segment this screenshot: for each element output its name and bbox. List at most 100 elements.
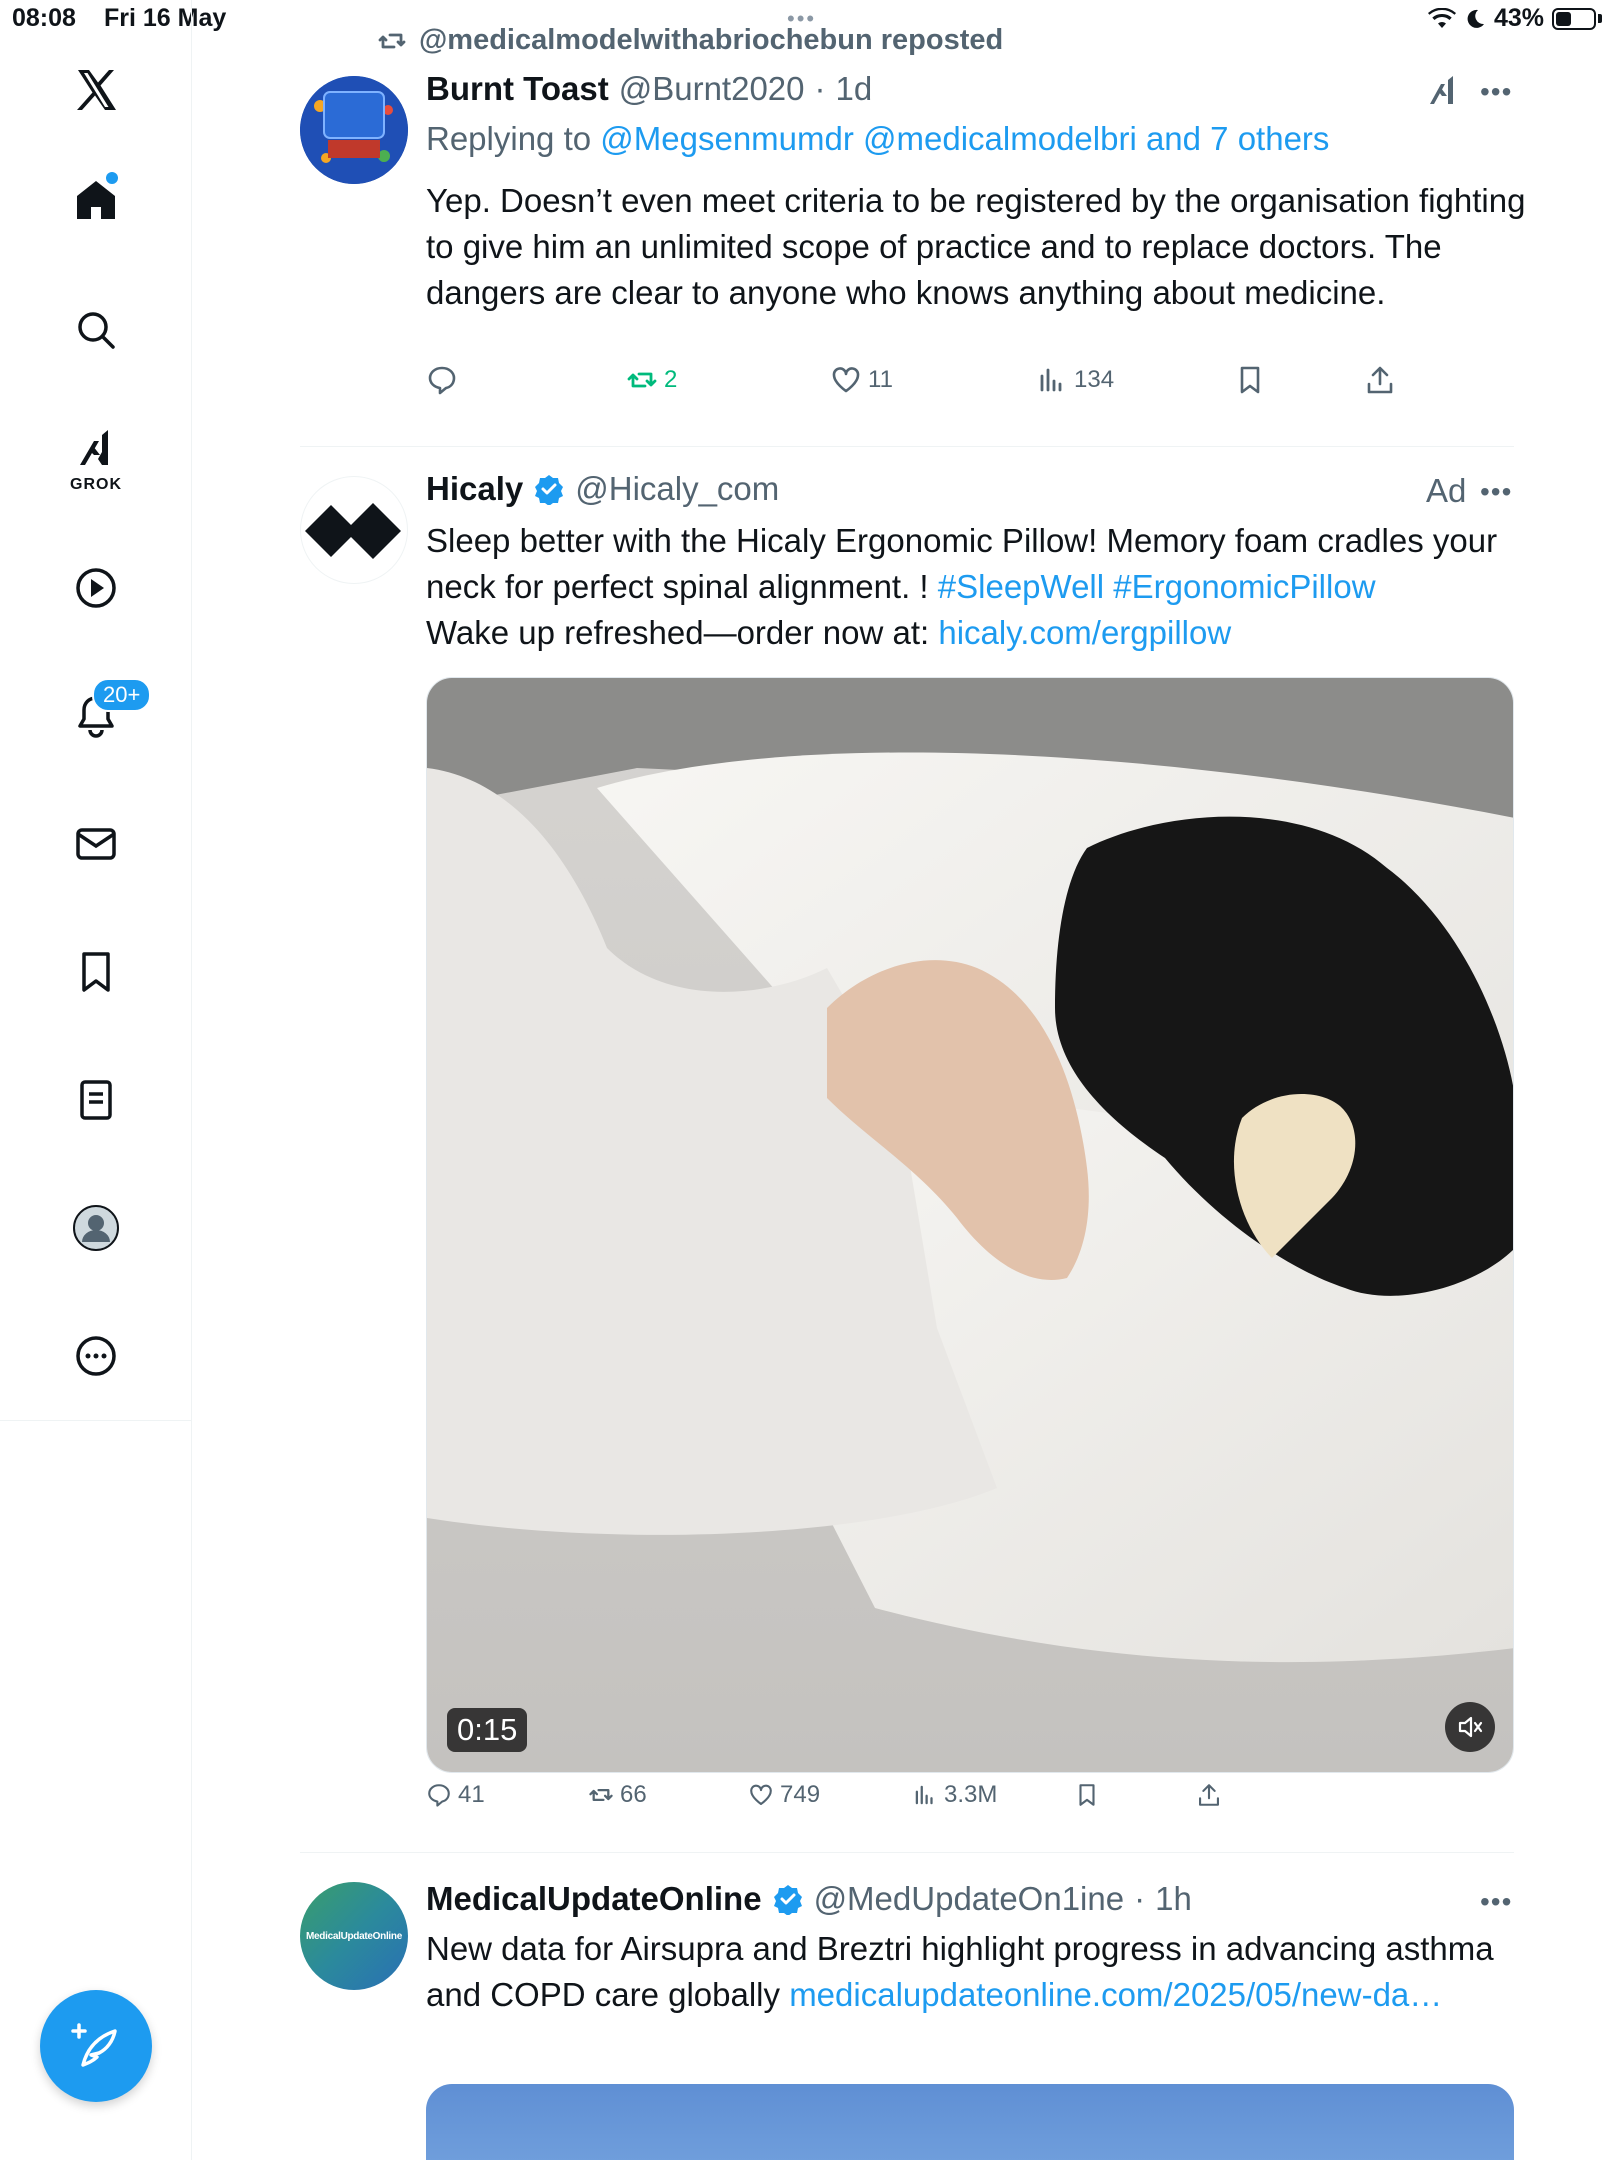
author-handle[interactable]: @MedUpdateOn1ine [814, 1880, 1125, 1918]
share-button[interactable] [1196, 1782, 1222, 1808]
battery-icon [1552, 7, 1596, 30]
heart-icon [832, 367, 860, 393]
heart-icon [750, 1784, 772, 1805]
profile-avatar-icon [73, 1205, 119, 1251]
post-text: Yep. Doesn’t even meet criteria to be re… [426, 182, 1526, 311]
list-icon [80, 1080, 112, 1120]
post-text-cta: Wake up refreshed—order now at: [426, 614, 939, 651]
sidebar-item-more[interactable] [56, 1316, 136, 1396]
sidebar-divider [0, 1420, 192, 1421]
home-unread-dot [106, 172, 118, 184]
grok-label: GROK [70, 476, 122, 493]
views-button[interactable]: 134 [1036, 364, 1114, 396]
search-icon [78, 312, 115, 349]
repost-icon [589, 1788, 613, 1802]
notification-badge: 20+ [92, 678, 152, 712]
reply-icon [428, 366, 456, 395]
sidebar-item-lists[interactable] [56, 1060, 136, 1140]
sidebar-item-notifications[interactable]: 20+ [56, 676, 152, 756]
mute-icon [1458, 1716, 1483, 1738]
author-handle[interactable]: @Hicaly_com [575, 470, 779, 508]
author-handle[interactable]: @Burnt2020 [619, 70, 805, 108]
grok-icon [80, 430, 108, 465]
bookmark-icon [82, 952, 110, 992]
play-circle-icon [76, 568, 116, 608]
analytics-icon [915, 1785, 933, 1805]
bookmark-icon [1079, 1784, 1095, 1806]
bookmark-button[interactable] [1234, 364, 1266, 396]
replying-to: Replying to @Megsenmumdr @medicalmodelbr… [426, 120, 1329, 158]
reply-button[interactable]: 41 [426, 1781, 485, 1809]
sidebar: GROK 20+ [0, 0, 192, 2160]
article-link[interactable]: medicalupdateonline.com/2025/05/new-da… [789, 1976, 1442, 2013]
ad-video[interactable]: 0:15 [426, 677, 1514, 1773]
avatar-logo-text: MedicalUpdateOnline [306, 1930, 402, 1942]
sidebar-item-profile[interactable] [56, 1188, 136, 1268]
author-name[interactable]: Burnt Toast [426, 70, 609, 108]
post-header: MedicalUpdateOnline @MedUpdateOn1ine · 1… [426, 1880, 1192, 1918]
avatar-badge-image [300, 76, 408, 184]
dot-separator: · [814, 70, 826, 107]
post-more-icon[interactable]: ••• [1480, 76, 1512, 108]
author-name[interactable]: Hicaly [426, 470, 523, 508]
moon-icon [1467, 9, 1484, 28]
hicaly-logo-icon [305, 503, 401, 559]
like-count: 11 [868, 366, 893, 393]
sidebar-item-videos[interactable] [56, 548, 136, 628]
repost-count: 2 [664, 366, 678, 393]
sidebar-item-bookmarks[interactable] [56, 932, 136, 1012]
sidebar-item-grok[interactable]: GROK [56, 418, 136, 498]
reply-prefix: Replying to [426, 120, 592, 157]
dot-separator: · [1134, 1880, 1146, 1917]
post-text: Sleep better with the Hicaly Ergonomic P… [426, 518, 1526, 656]
x-logo-icon[interactable] [56, 50, 136, 130]
video-duration: 0:15 [447, 1708, 528, 1752]
share-icon [1367, 366, 1393, 394]
reply-icon [428, 1784, 450, 1807]
like-button[interactable]: 749 [748, 1781, 820, 1809]
author-name[interactable]: MedicalUpdateOnline [426, 1880, 762, 1918]
burnt-toast-avatar[interactable] [300, 76, 408, 184]
post-time[interactable]: 1h [1155, 1880, 1192, 1918]
more-circle-icon [76, 1336, 116, 1376]
post-header: Hicaly @Hicaly_com [426, 470, 779, 508]
repost-indicator[interactable]: @medicalmodelwithabriochebun reposted [377, 24, 1003, 57]
views-count: 134 [1074, 366, 1115, 393]
battery-level [1556, 11, 1571, 26]
bookmark-button[interactable] [1074, 1782, 1100, 1808]
ad-label: Ad [1426, 472, 1467, 509]
post-divider [300, 446, 1514, 447]
post-more-icon[interactable]: ••• [1480, 1886, 1512, 1918]
article-preview-image[interactable] [426, 2084, 1514, 2160]
like-button[interactable]: 11 [830, 364, 893, 396]
repost-icon [378, 33, 406, 48]
verified-badge-icon [773, 1885, 802, 1915]
post-header: Burnt Toast @Burnt2020 · 1d [426, 70, 872, 108]
ad-link[interactable]: hicaly.com/ergpillow [938, 614, 1231, 651]
sidebar-item-search[interactable] [56, 290, 136, 370]
post-time[interactable]: 1d [836, 70, 873, 108]
battery-nub [1598, 14, 1602, 23]
verified-badge-icon [535, 475, 564, 505]
battery-percent: 43% [1493, 4, 1544, 32]
reply-to-users[interactable]: @Megsenmumdr @medicalmodelbri and 7 othe… [600, 120, 1329, 157]
sidebar-item-home[interactable] [56, 160, 136, 240]
like-count: 749 [780, 1781, 821, 1808]
sidebar-item-messages[interactable] [56, 804, 136, 884]
medicalupdate-avatar[interactable]: MedicalUpdateOnline [300, 1882, 408, 1990]
repost-count: 66 [620, 1781, 647, 1808]
compose-button[interactable] [40, 1990, 152, 2102]
repost-button[interactable]: 2 [626, 364, 677, 396]
grok-post-icon[interactable] [1426, 74, 1460, 113]
post-more-icon[interactable]: ••• [1480, 476, 1512, 508]
envelope-icon [76, 828, 116, 860]
repost-button[interactable]: 66 [588, 1781, 647, 1809]
hashtags[interactable]: #SleepWell #ErgonomicPillow [938, 568, 1376, 605]
post-divider [300, 1852, 1514, 1853]
share-icon [1199, 1784, 1219, 1806]
views-button[interactable]: 3.3M [912, 1781, 997, 1809]
reply-button[interactable] [426, 364, 464, 396]
hicaly-avatar[interactable] [300, 476, 408, 584]
mute-button[interactable] [1445, 1702, 1495, 1752]
share-button[interactable] [1364, 364, 1396, 396]
